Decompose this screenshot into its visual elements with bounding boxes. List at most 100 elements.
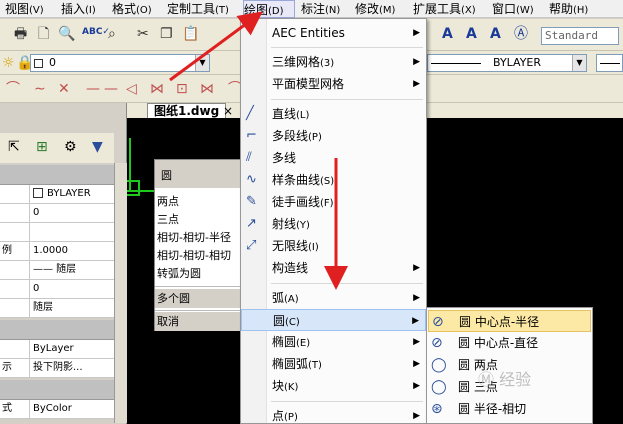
freehand-icon: ✎	[246, 194, 257, 209]
circle-option-cancel[interactable]: 取消	[155, 312, 241, 331]
draw-item-plane-mesh[interactable]: 平面模型网格 ▶	[241, 73, 426, 95]
line-icon: ╱	[246, 106, 254, 121]
circle-tan-tan-radius-item[interactable]: ⊛ 圆 半径-相切	[428, 398, 591, 420]
property-row[interactable]	[0, 223, 114, 242]
draw-item-3d-mesh[interactable]: 三维网格(3) ▶	[241, 51, 426, 73]
layer-combo[interactable]: 0 ▼	[30, 54, 210, 72]
mtext-icon[interactable]: A	[490, 26, 501, 42]
draw-item-freehand[interactable]: ✎ 徒手画线(F)	[241, 191, 426, 213]
select-icon[interactable]: ⇱	[8, 139, 20, 155]
submenu-arrow-icon: ▶	[413, 411, 420, 421]
tab-drawing[interactable]: 图纸1.dwg	[147, 103, 227, 119]
menu-format[interactable]: 格式(O)	[112, 0, 152, 18]
layer-state-icon[interactable]: ☼	[2, 55, 15, 71]
dim-tool-4-icon[interactable]: —	[86, 81, 100, 97]
properties-section-3d[interactable]	[0, 320, 114, 340]
property-row[interactable]: 0	[0, 204, 114, 223]
tab-close-button[interactable]: ×	[223, 103, 233, 119]
draw-item-xline[interactable]: ⤢ 无限线(I)	[241, 235, 426, 257]
text-style-icon[interactable]: A	[442, 26, 453, 42]
draw-item-polyline[interactable]: ⌐ 多段线(P)	[241, 125, 426, 147]
draw-item-circle[interactable]: 圆(C) ▶	[241, 309, 426, 331]
properties-section-plot[interactable]	[0, 380, 114, 400]
circle-option-multiple[interactable]: 多个圆	[155, 289, 241, 308]
submenu-arrow-icon: ▶	[413, 57, 420, 67]
circle-center-diameter-item[interactable]: ⊘ 圆 中心点-直径	[428, 332, 591, 354]
property-row[interactable]: 随层	[0, 299, 114, 318]
menu-separator	[271, 99, 423, 100]
quick-select-icon[interactable]: ⊞	[36, 139, 48, 155]
dim-tool-7-icon[interactable]: ⋈	[150, 81, 164, 97]
paste-icon[interactable]: 📋	[182, 26, 199, 42]
menu-separator	[271, 47, 423, 48]
draw-item-ellipse[interactable]: 椭圆(E) ▶	[241, 331, 426, 353]
properties-scrollbar[interactable]	[114, 163, 127, 423]
properties-panel: ⇱ ⊞ ⚙ ▼ BYLAYER 0 例 1.0000 —— 随层 0 随层 ByL…	[0, 103, 127, 424]
cut-icon[interactable]: ✂	[137, 26, 149, 42]
submenu-arrow-icon: ▶	[413, 337, 420, 347]
spellcheck-icon[interactable]: ABC✓	[82, 24, 110, 40]
xline-icon: ⤢	[246, 238, 257, 253]
property-row[interactable]: —— 随层	[0, 261, 114, 280]
property-row[interactable]: 0	[0, 280, 114, 299]
lineweight-combo[interactable]	[596, 54, 623, 72]
preview-icon[interactable]: 🔍	[58, 26, 75, 42]
properties-section-general[interactable]	[0, 165, 114, 185]
circle-option-3p[interactable]: 三点	[155, 210, 241, 229]
draw-item-block[interactable]: 块(K) ▶	[241, 375, 426, 397]
dim-tool-9-icon[interactable]: ⋈	[200, 81, 214, 97]
menu-view[interactable]: 视图(V)	[5, 0, 44, 18]
dim-tool-2-icon[interactable]: ∼	[34, 81, 46, 97]
dim-tool-3-icon[interactable]: ✕	[58, 81, 70, 97]
draw-item-arc[interactable]: 弧(A) ▶	[241, 287, 426, 309]
menu-extended-tools[interactable]: 扩展工具(X)	[413, 0, 476, 18]
draw-item-construction-line[interactable]: 构造线 ▶	[241, 257, 426, 279]
circle-option-2p[interactable]: 两点	[155, 192, 241, 211]
dim-tool-1-icon[interactable]: ⌒	[6, 81, 20, 97]
submenu-arrow-icon: ▶	[413, 359, 420, 369]
text-edit-icon[interactable]: A	[466, 26, 477, 42]
print-preview-icon[interactable]: 🗋	[38, 26, 49, 42]
text-scale-icon[interactable]: Ⓐ	[514, 26, 528, 42]
draw-item-multiline[interactable]: ⫽ 多线	[241, 147, 426, 169]
filter-icon[interactable]: ▼	[92, 139, 103, 155]
draw-item-aec-entities[interactable]: AEC Entities ▶	[241, 22, 426, 44]
menu-modify[interactable]: 修改(M)	[355, 0, 395, 18]
circle-option-ttt[interactable]: 相切-相切-相切	[155, 246, 241, 265]
copy-icon[interactable]: ❐	[160, 26, 173, 42]
textstyle-combo[interactable]: Standard	[541, 27, 619, 45]
property-row[interactable]: 式 ByColor	[0, 400, 114, 419]
submenu-arrow-icon: ▶	[413, 79, 420, 89]
menu-help[interactable]: 帮助(H)	[549, 0, 588, 18]
property-row[interactable]: BYLAYER	[0, 185, 114, 204]
dim-tool-8-icon[interactable]: ⊡	[176, 81, 188, 97]
circle-panel-separator	[155, 310, 241, 311]
ray-icon: ↗	[246, 216, 257, 231]
draw-item-line[interactable]: ╱ 直线(L)	[241, 103, 426, 125]
circle-options-panel: 圆 两点 三点 相切-相切-半径 相切-相切-相切 转弧为圆 多个圆 取消	[154, 159, 242, 331]
draw-item-spline[interactable]: ∿ 样条曲线(S)	[241, 169, 426, 191]
draw-item-ray[interactable]: ↗ 射线(Y)	[241, 213, 426, 235]
dim-tool-6-icon[interactable]: ◁	[126, 81, 137, 97]
menu-dimension[interactable]: 标注(N)	[301, 0, 340, 18]
dim-tool-5-icon[interactable]: —	[104, 81, 118, 97]
circle-option-arc-to-circle[interactable]: 转弧为圆	[155, 264, 241, 283]
linetype-combo[interactable]: BYLAYER ▼	[427, 54, 587, 72]
find-icon[interactable]: ⌕	[108, 26, 116, 42]
circle-2point-icon: ◯	[431, 357, 447, 373]
toggle-pickadd-icon[interactable]: ⚙	[64, 139, 77, 155]
circle-option-ttr[interactable]: 相切-相切-半径	[155, 228, 241, 247]
property-row[interactable]: 例 1.0000	[0, 242, 114, 261]
property-row[interactable]: ByLayer	[0, 340, 114, 359]
menu-custom-tools[interactable]: 定制工具(T)	[167, 0, 229, 18]
print-icon[interactable]: 🖶	[14, 26, 27, 42]
menu-separator	[271, 283, 423, 284]
menu-draw[interactable]: 绘图(D)	[243, 0, 295, 18]
menu-insert[interactable]: 插入(I)	[61, 0, 96, 18]
property-row[interactable]: 示投下阴影...	[0, 359, 114, 378]
circle-center-radius-item[interactable]: ⊘ 圆 中心点-半径	[428, 310, 591, 332]
draw-item-elliptical-arc[interactable]: 椭圆弧(T) ▶	[241, 353, 426, 375]
polyline-icon: ⌐	[246, 128, 257, 143]
menu-window[interactable]: 窗口(W)	[492, 0, 534, 18]
draw-item-point[interactable]: 点(P) ▶	[241, 405, 426, 424]
